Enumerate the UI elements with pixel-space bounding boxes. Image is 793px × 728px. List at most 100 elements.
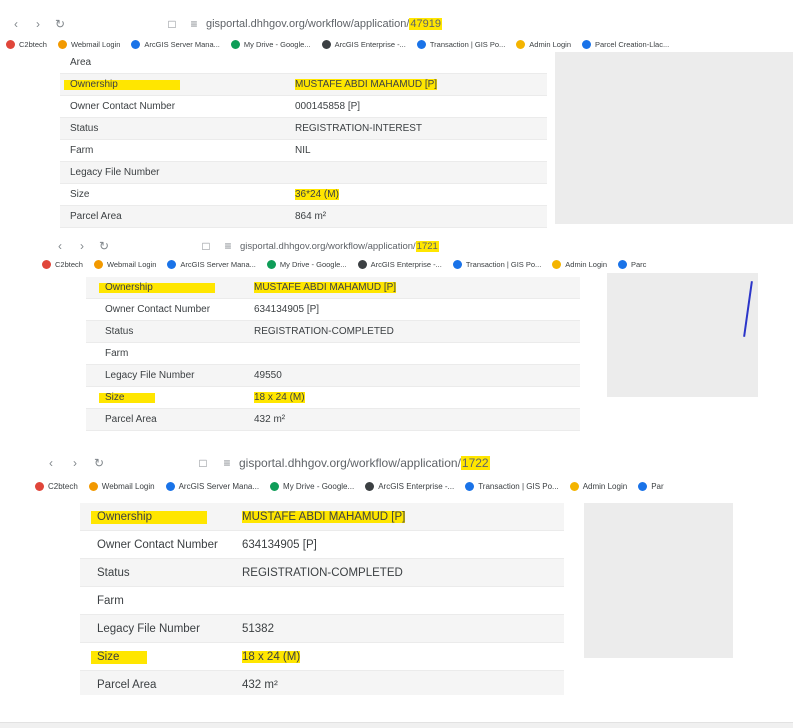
bookmark-label: C2btech [48,481,78,491]
map-panel [607,273,758,397]
row-label: Parcel Area [105,414,157,425]
transaction-icon [416,39,426,49]
arcgis-icon [165,481,175,491]
bookmark-item[interactable]: Transaction | GIS Po... [416,39,506,49]
bookmark-item[interactable]: Webmail Login [57,39,120,49]
bookmark-item[interactable]: Parc [618,259,646,269]
arcgis-enterprise-icon [365,481,375,491]
bookmark-icon[interactable]: □ [198,239,214,253]
arcgis-icon [131,39,141,49]
reload-icon[interactable]: ↻ [96,239,112,253]
bookmark-item[interactable]: C2btech [35,481,78,491]
row-value: 36*24 (M) [295,189,339,200]
address-bar: ‹ › ↻ □ ≡ gisportal.dhhgov.org/workflow/… [0,14,793,34]
table-row: Farm [80,587,564,615]
transaction-icon [452,259,462,269]
bookmark-item[interactable]: Webmail Login [93,259,156,269]
table-row: Ownership MUSTAFE ABDI MAHAMUD [P] [86,277,580,299]
reload-icon[interactable]: ↻ [52,17,68,31]
table-row: Legacy File Number [60,162,547,184]
bookmark-label: My Drive - Google... [243,39,311,49]
bookmark-item[interactable]: ArcGIS Server Mana... [167,259,256,269]
row-label: Legacy File Number [70,167,160,178]
bookmark-item[interactable]: Admin Login [516,39,571,49]
google-drive-icon [266,259,276,269]
row-label: Legacy File Number [97,622,200,635]
webmail-icon [93,259,103,269]
bookmark-item[interactable]: ArcGIS Server Mana... [131,39,220,49]
table-row: Ownership MUSTAFE ABDI MAHAMUD [P] [80,503,564,531]
bookmark-icon[interactable]: □ [164,17,180,31]
site-info-icon[interactable]: ≡ [220,239,236,253]
bookmark-item[interactable]: My Drive - Google... [230,39,311,49]
bookmark-item[interactable]: ArcGIS Enterprise -... [365,481,455,491]
bookmark-item[interactable]: Webmail Login [88,481,155,491]
forward-icon[interactable]: › [30,17,46,31]
row-value: 18 x 24 (M) [254,392,305,403]
bookmark-item[interactable]: Transaction | GIS Po... [452,259,542,269]
bookmark-label: Transaction | GIS Po... [465,259,542,269]
bookmark-item[interactable]: Par [638,481,664,491]
bookmark-item[interactable]: C2btech [42,259,83,269]
url-application-id: 1722 [460,456,490,470]
bookmark-label: ArcGIS Enterprise -... [334,39,406,49]
back-icon[interactable]: ‹ [52,239,68,253]
screenshot-3: ‹ › ↻ □ ≡ gisportal.dhhgov.org/workflow/… [35,448,733,695]
url-field[interactable]: gisportal.dhhgov.org/workflow/applicatio… [240,240,439,252]
table-row: Owner Contact Number 634134905 [P] [80,531,564,559]
row-label: Status [70,123,99,134]
bookmark-item[interactable]: Parcel Creation-Llac... [582,39,670,49]
row-label: Size [105,392,125,403]
bookmark-label: ArcGIS Enterprise -... [370,259,442,269]
table-row: Status REGISTRATION-INTEREST [60,118,547,140]
url-field[interactable]: gisportal.dhhgov.org/workflow/applicatio… [206,18,443,30]
url-field[interactable]: gisportal.dhhgov.org/workflow/applicatio… [239,456,490,470]
bookmark-label: ArcGIS Enterprise -... [378,481,455,491]
address-bar: ‹ › ↻ □ ≡ gisportal.dhhgov.org/workflow/… [35,452,733,474]
arcgis-enterprise-icon [321,39,331,49]
back-icon[interactable]: ‹ [8,17,24,31]
bookmark-item[interactable]: C2btech [6,39,47,49]
bookmark-icon[interactable]: □ [195,456,211,470]
bookmark-item[interactable]: ArcGIS Enterprise -... [321,39,406,49]
bookmark-label: Parcel Creation-Llac... [595,39,670,49]
c2btech-icon [42,259,51,269]
map-panel [584,503,733,658]
webmail-icon [88,481,98,491]
bookmark-item[interactable]: Admin Login [552,259,607,269]
row-label: Farm [105,348,129,359]
url-application-id: 1721 [415,240,439,252]
bookmark-label: C2btech [19,39,47,49]
bookmark-label: My Drive - Google... [279,259,347,269]
back-icon[interactable]: ‹ [43,456,59,470]
bookmark-item[interactable]: Admin Login [569,481,627,491]
bookmark-label: ArcGIS Server Mana... [144,39,220,49]
table-row: Parcel Area 432 m² [80,671,564,695]
table-row: Legacy File Number 49550 [86,365,580,387]
bookmark-label: Transaction | GIS Po... [429,39,506,49]
table-row: Owner Contact Number 000145858 [P] [60,96,547,118]
bookmark-label: Admin Login [529,39,571,49]
row-value: 18 x 24 (M) [242,650,301,663]
site-info-icon[interactable]: ≡ [186,17,202,31]
bookmark-item[interactable]: ArcGIS Enterprise -... [357,259,442,269]
bookmark-item[interactable]: ArcGIS Server Mana... [165,481,259,491]
reload-icon[interactable]: ↻ [91,456,107,470]
google-drive-icon [230,39,240,49]
table-row: Size 18 x 24 (M) [86,387,580,409]
table-row: Legacy File Number 51382 [80,615,564,643]
url-text: gisportal.dhhgov.org/workflow/applicatio… [240,240,416,252]
screenshot-2: ‹ › ↻ □ ≡ gisportal.dhhgov.org/workflow/… [42,235,758,445]
table-row: Area [60,52,547,74]
bookmark-item[interactable]: My Drive - Google... [266,259,347,269]
site-info-icon[interactable]: ≡ [219,456,235,470]
parcel-icon [618,259,627,269]
row-label: Farm [70,145,94,156]
row-label: Size [70,189,90,200]
row-value: MUSTAFE ABDI MAHAMUD [P] [242,510,406,523]
bookmark-item[interactable]: My Drive - Google... [270,481,354,491]
forward-icon[interactable]: › [74,239,90,253]
url-application-id: 47919 [409,18,443,30]
forward-icon[interactable]: › [67,456,83,470]
bookmark-item[interactable]: Transaction | GIS Po... [465,481,559,491]
